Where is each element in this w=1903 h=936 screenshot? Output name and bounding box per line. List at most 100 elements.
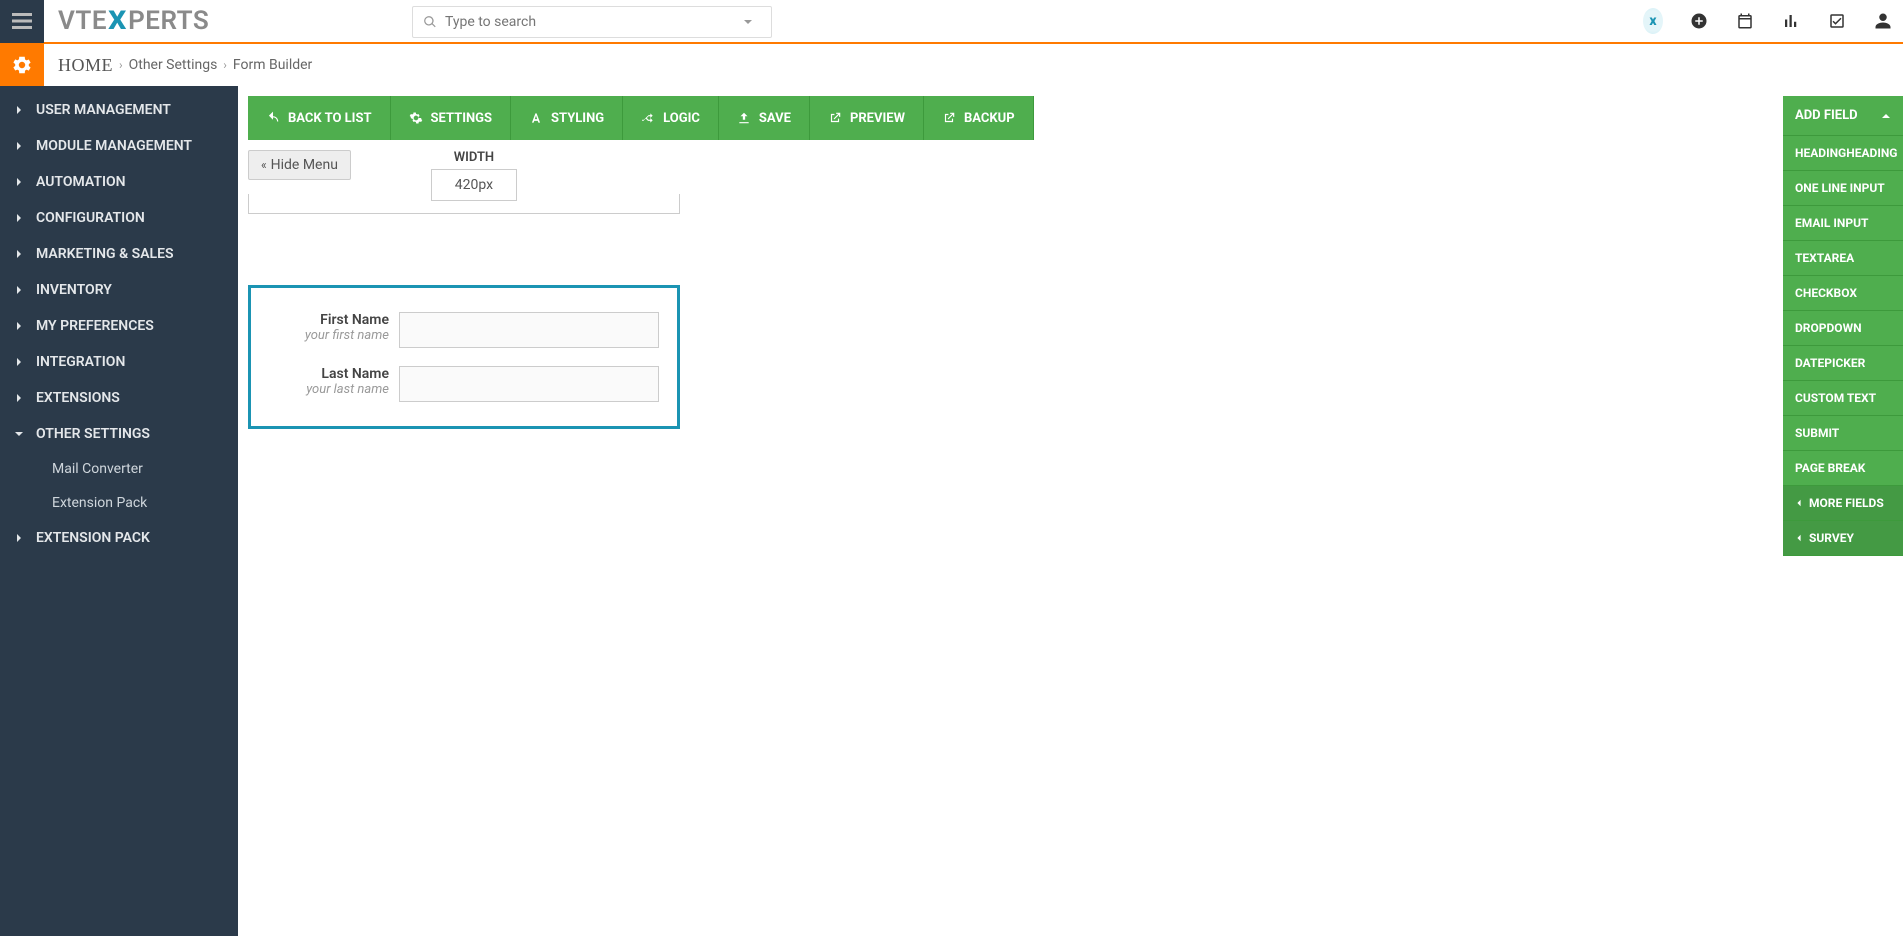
undo-icon <box>266 111 280 125</box>
field-type-page-break[interactable]: PAGE BREAK <box>1783 451 1903 486</box>
checkbox-icon <box>1828 12 1846 30</box>
sidebar-item-module-management[interactable]: MODULE MANAGEMENT <box>0 128 238 164</box>
sidebar-item-label: OTHER SETTINGS <box>36 426 150 442</box>
calendar-icon <box>1736 12 1754 30</box>
chevron-right-icon <box>14 249 24 259</box>
add-field-header[interactable]: ADD FIELD <box>1783 96 1903 136</box>
field-type-custom-text[interactable]: CUSTOM TEXT <box>1783 381 1903 416</box>
field-label: First Name <box>269 312 389 328</box>
sidebar-sub-mail-converter[interactable]: Mail Converter <box>0 452 238 486</box>
form-field-last-name[interactable]: Last Name your last name <box>269 366 659 402</box>
add-button[interactable] <box>1689 11 1709 31</box>
form-label-col: Last Name your last name <box>269 366 399 397</box>
chevron-right-icon <box>14 285 24 295</box>
logo: VTEXPERTS <box>58 6 209 36</box>
field-type-submit[interactable]: SUBMIT <box>1783 416 1903 451</box>
chevron-right-icon <box>14 357 24 367</box>
top-icons: x <box>1643 11 1893 31</box>
field-type-email-input[interactable]: EMAIL INPUT <box>1783 206 1903 241</box>
external-link-icon <box>828 111 842 125</box>
breadcrumbs: HOME › Other Settings › Form Builder <box>58 55 312 76</box>
reports-button[interactable] <box>1781 11 1801 31</box>
preview-button[interactable]: PREVIEW <box>810 96 924 140</box>
settings-button[interactable]: SETTINGS <box>391 96 512 140</box>
sidebar-item-user-management[interactable]: USER MANAGEMENT <box>0 92 238 128</box>
breadcrumb-last: Form Builder <box>233 57 312 73</box>
sidebar-item-automation[interactable]: AUTOMATION <box>0 164 238 200</box>
form-label-col: First Name your first name <box>269 312 399 343</box>
search-input[interactable] <box>445 14 743 30</box>
button-label: LOGIC <box>663 111 700 126</box>
field-type-textarea[interactable]: TEXTAREA <box>1783 241 1903 276</box>
logic-button[interactable]: LOGIC <box>623 96 719 140</box>
sidebar-item-label: USER MANAGEMENT <box>36 102 171 118</box>
sidebar-item-inventory[interactable]: INVENTORY <box>0 272 238 308</box>
sidebar-item-configuration[interactable]: CONFIGURATION <box>0 200 238 236</box>
panel-title: ADD FIELD <box>1795 108 1858 123</box>
global-search[interactable] <box>412 6 772 38</box>
sidebar-item-label: INTEGRATION <box>36 354 125 370</box>
form-field-first-name[interactable]: First Name your first name <box>269 312 659 348</box>
field-type-datepicker[interactable]: DATEPICKER <box>1783 346 1903 381</box>
user-icon <box>1874 12 1892 30</box>
breadcrumb-mid[interactable]: Other Settings <box>129 57 218 73</box>
user-button[interactable] <box>1873 11 1893 31</box>
chevron-right-icon <box>14 177 24 187</box>
field-hint: your first name <box>269 328 389 343</box>
breadcrumb-row: HOME › Other Settings › Form Builder <box>0 44 1903 86</box>
chevron-up-icon <box>1881 111 1891 121</box>
tasks-button[interactable] <box>1827 11 1847 31</box>
survey-button[interactable]: SURVEY <box>1783 521 1903 556</box>
button-label: Hide Menu <box>271 157 338 173</box>
more-fields-button[interactable]: MORE FIELDS <box>1783 486 1903 521</box>
sidebar-item-extension-pack[interactable]: EXTENSION PACK <box>0 520 238 556</box>
field-type-dropdown[interactable]: DROPDOWN <box>1783 311 1903 346</box>
sidebar-item-other-settings[interactable]: OTHER SETTINGS <box>0 416 238 452</box>
topbar: VTEXPERTS x <box>0 0 1903 44</box>
bar-chart-icon <box>1782 12 1800 30</box>
field-type-one-line-input[interactable]: ONE LINE INPUT <box>1783 171 1903 206</box>
save-button[interactable]: SAVE <box>719 96 810 140</box>
main-area: BACK TO LIST SETTINGS STYLING LOGIC SAVE… <box>238 86 1903 936</box>
back-to-list-button[interactable]: BACK TO LIST <box>248 96 391 140</box>
chevron-right-icon: › <box>223 58 227 72</box>
external-link-icon <box>942 111 956 125</box>
sidebar-item-extensions[interactable]: EXTENSIONS <box>0 380 238 416</box>
chevron-down-icon <box>14 429 24 439</box>
calendar-button[interactable] <box>1735 11 1755 31</box>
button-label: BACK TO LIST <box>288 111 372 126</box>
search-icon <box>423 15 437 29</box>
below-toolbar: «Hide Menu WIDTH <box>248 150 1903 201</box>
backup-button[interactable]: BACKUP <box>924 96 1034 140</box>
sidebar-item-label: CONFIGURATION <box>36 210 145 226</box>
sidebar-item-integration[interactable]: INTEGRATION <box>0 344 238 380</box>
styling-button[interactable]: STYLING <box>511 96 623 140</box>
upload-icon <box>737 111 751 125</box>
action-toolbar: BACK TO LIST SETTINGS STYLING LOGIC SAVE… <box>248 96 1903 140</box>
settings-gear-button[interactable] <box>0 44 44 86</box>
settings-sidebar: USER MANAGEMENT MODULE MANAGEMENT AUTOMA… <box>0 86 238 936</box>
field-type-checkbox[interactable]: CHECKBOX <box>1783 276 1903 311</box>
form-canvas[interactable]: First Name your first name Last Name you… <box>248 285 680 429</box>
sidebar-item-label: EXTENSION PACK <box>36 530 150 546</box>
first-name-input[interactable] <box>399 312 659 348</box>
breadcrumb-home[interactable]: HOME <box>58 55 113 76</box>
button-label: STYLING <box>551 111 604 126</box>
search-wrap <box>412 6 772 38</box>
hamburger-menu[interactable] <box>0 0 44 43</box>
width-label: WIDTH <box>431 150 517 165</box>
sidebar-item-my-preferences[interactable]: MY PREFERENCES <box>0 308 238 344</box>
chevron-down-icon <box>743 17 753 27</box>
sidebar-item-label: MODULE MANAGEMENT <box>36 138 192 154</box>
sidebar-item-marketing-sales[interactable]: MARKETING & SALES <box>0 236 238 272</box>
vtex-icon: x <box>1643 8 1663 34</box>
sidebar-item-label: EXTENSIONS <box>36 390 120 406</box>
sidebar-item-label: INVENTORY <box>36 282 112 298</box>
sidebar-item-label: AUTOMATION <box>36 174 126 190</box>
sidebar-sub-extension-pack[interactable]: Extension Pack <box>0 486 238 520</box>
hide-menu-button[interactable]: «Hide Menu <box>248 150 351 180</box>
field-type-heading[interactable]: HEADINGHEADING <box>1783 136 1903 171</box>
last-name-input[interactable] <box>399 366 659 402</box>
plus-circle-icon <box>1690 12 1708 30</box>
vtex-icon-button[interactable]: x <box>1643 11 1663 31</box>
